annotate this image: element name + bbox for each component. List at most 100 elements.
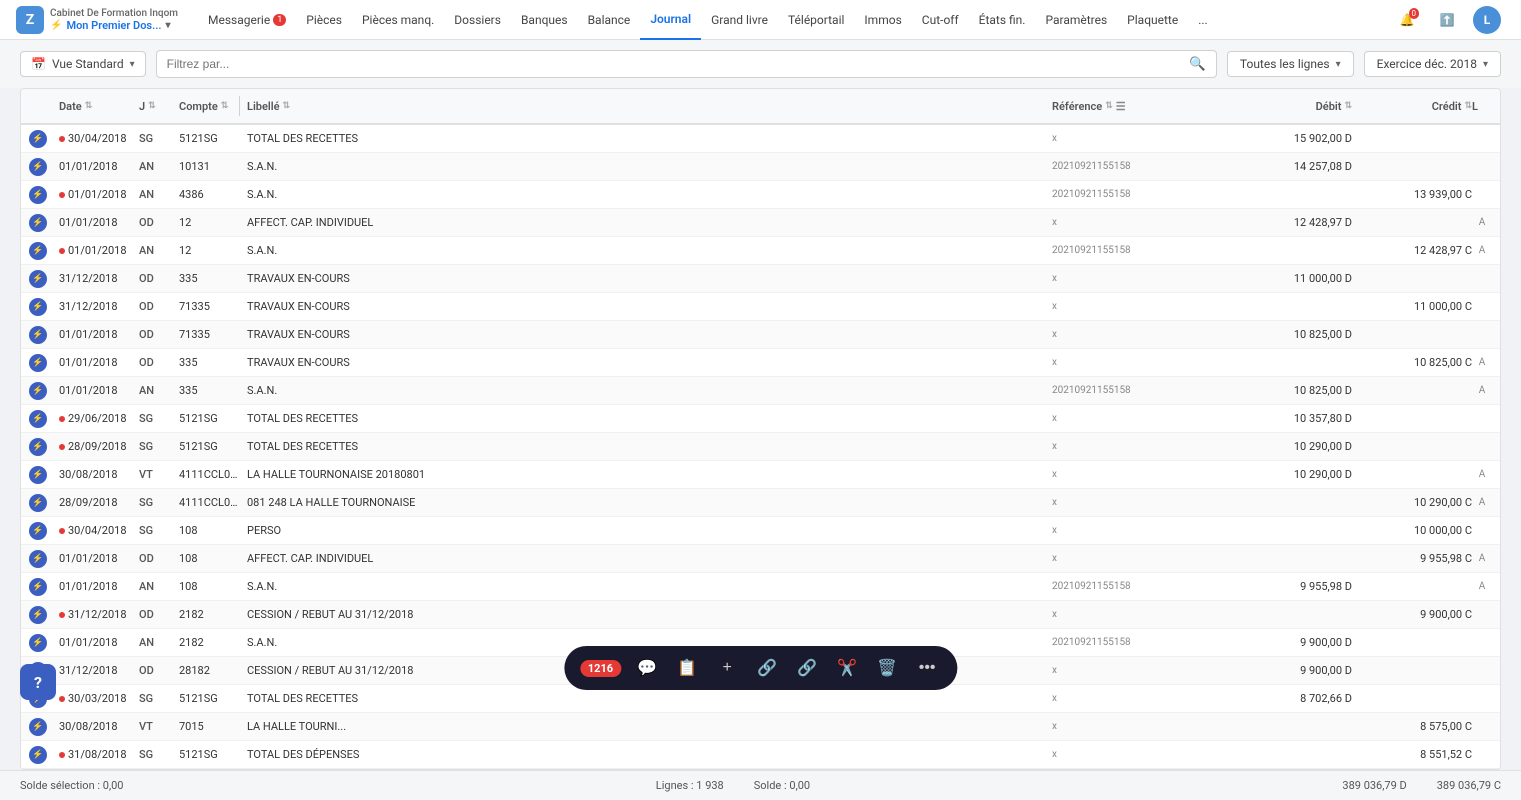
row-journal: OD xyxy=(139,608,179,621)
row-date: 30/08/2018 xyxy=(59,720,139,733)
nav-dossiers[interactable]: Dossiers xyxy=(444,0,511,40)
avatar[interactable]: L xyxy=(1473,6,1501,34)
table-row[interactable]: ⚡ 01/01/2018 AN 4386 S.A.N. 202109211551… xyxy=(21,181,1500,209)
table-row[interactable]: ⚡ 31/12/2018 OD 335 TRAVAUX EN-COURS x 1… xyxy=(21,265,1500,293)
float-more-button[interactable]: ••• xyxy=(913,654,941,682)
table-row[interactable]: ⚡ 29/06/2018 SG 5121SG TOTAL DES RECETTE… xyxy=(21,405,1500,433)
row-libelle: TRAVAUX EN-COURS xyxy=(247,328,1052,341)
table-row[interactable]: ⚡ 01/01/2018 OD 335 TRAVAUX EN-COURS x 1… xyxy=(21,349,1500,377)
nav-more[interactable]: ... xyxy=(1188,0,1218,40)
float-link-button[interactable]: 🔗 xyxy=(753,654,781,682)
row-reference: x xyxy=(1052,413,1202,424)
nav-cut-off[interactable]: Cut-off xyxy=(912,0,969,40)
row-reference: 20210921155158 xyxy=(1052,637,1202,648)
col-journal-header[interactable]: J ⇅ xyxy=(139,100,179,113)
row-reference: 20210921155158 xyxy=(1052,245,1202,256)
dossier-name[interactable]: ⚡ Mon Premier Dos... ▾ xyxy=(50,19,178,32)
nav-parametres[interactable]: Paramètres xyxy=(1035,0,1117,40)
table-row[interactable]: ⚡ 28/09/2018 SG 4111CCL00...065 081 248 … xyxy=(21,489,1500,517)
nav-plaquette[interactable]: Plaquette xyxy=(1117,0,1188,40)
float-clipboard-button[interactable]: 📋 xyxy=(673,654,701,682)
row-date: 31/12/2018 xyxy=(59,272,139,285)
row-libelle: LA HALLE TOURNONAISE 20180801 xyxy=(247,468,1052,481)
float-scissors-button[interactable]: ✂️ xyxy=(833,654,861,682)
row-journal: AN xyxy=(139,188,179,201)
table-row[interactable]: ⚡ 30/08/2018 VT 4111CCL00...065 LA HALLE… xyxy=(21,461,1500,489)
row-date: 01/01/2018 xyxy=(59,244,139,258)
table-row[interactable]: ⚡ 01/01/2018 AN 108 S.A.N. 2021092115515… xyxy=(21,573,1500,601)
row-date: 01/01/2018 xyxy=(59,636,139,649)
row-date: 01/01/2018 xyxy=(59,356,139,369)
col-letter-header: L xyxy=(1472,100,1492,113)
nav-banques[interactable]: Banques xyxy=(511,0,578,40)
table-row[interactable]: ⚡ 01/01/2018 AN 12 S.A.N. 20210921155158… xyxy=(21,237,1500,265)
table-row[interactable]: ⚡ 28/09/2018 SG 5121SG TOTAL DES RECETTE… xyxy=(21,433,1500,461)
nav-pieces[interactable]: Pièces xyxy=(296,0,352,40)
row-reference: x xyxy=(1052,553,1202,564)
row-debit: 8 702,66 D xyxy=(1232,692,1352,705)
nav-balance[interactable]: Balance xyxy=(578,0,641,40)
row-compte: 335 xyxy=(179,356,239,369)
view-select[interactable]: 📅 Vue Standard ▾ xyxy=(20,51,146,77)
nav-journal[interactable]: Journal xyxy=(640,0,701,40)
float-delete-button[interactable]: 🗑️ xyxy=(873,654,901,682)
row-libelle: 081 248 LA HALLE TOURNONAISE xyxy=(247,496,1052,509)
col-credit-header[interactable]: Crédit ⇅ xyxy=(1352,100,1472,113)
row-reference: 20210921155158 xyxy=(1052,189,1202,200)
row-credit: 10 000,00 C xyxy=(1352,524,1472,537)
float-comment-button[interactable]: 💬 xyxy=(633,654,661,682)
row-journal: OD xyxy=(139,216,179,229)
row-libelle: TRAVAUX EN-COURS xyxy=(247,300,1052,313)
row-credit: 8 551,52 C xyxy=(1352,748,1472,761)
row-status-icon: ⚡ xyxy=(29,186,47,204)
table-row[interactable]: ⚡ 31/12/2018 OD 2182 CESSION / REBUT AU … xyxy=(21,601,1500,629)
row-status-icon: ⚡ xyxy=(29,494,47,512)
nav-immos[interactable]: Immos xyxy=(854,0,911,40)
row-status-icon: ⚡ xyxy=(29,242,47,260)
row-compte: 71335 xyxy=(179,300,239,313)
col-date-header[interactable]: Date ⇅ xyxy=(59,100,139,113)
row-date: 28/09/2018 xyxy=(59,496,139,509)
nav-teleportail[interactable]: Téléportail xyxy=(778,0,854,40)
col-compte-header[interactable]: Compte ⇅ xyxy=(179,100,239,113)
table-row[interactable]: ⚡ 31/12/2018 OD 71335 TRAVAUX EN-COURS x… xyxy=(21,293,1500,321)
debit-sort-icon: ⇅ xyxy=(1344,101,1352,111)
app-logo[interactable]: Z xyxy=(16,6,44,34)
col-reference-header[interactable]: Référence ⇅ ☰ xyxy=(1052,100,1202,113)
float-link2-button[interactable]: 🔗 xyxy=(793,654,821,682)
row-icon-cell: ⚡ xyxy=(29,298,59,316)
row-debit: 10 825,00 D xyxy=(1232,328,1352,341)
table-row[interactable]: ⚡ 01/01/2018 AN 335 S.A.N. 2021092115515… xyxy=(21,377,1500,405)
debit-total: 389 036,79 D xyxy=(1342,779,1406,792)
table-row[interactable]: ⚡ 01/01/2018 OD 108 AFFECT. CAP. INDIVID… xyxy=(21,545,1500,573)
row-journal: OD xyxy=(139,272,179,285)
search-input[interactable] xyxy=(167,57,1184,71)
table-row[interactable]: ⚡ 01/01/2018 AN 10131 S.A.N. 20210921155… xyxy=(21,153,1500,181)
row-status-icon: ⚡ xyxy=(29,438,47,456)
search-button[interactable]: 🔍 xyxy=(1189,56,1206,72)
table-row[interactable]: ⚡ 30/08/2018 VT 7015 LA HALLE TOURNI... … xyxy=(21,713,1500,741)
row-letter: A xyxy=(1472,469,1492,480)
row-icon-cell: ⚡ xyxy=(29,718,59,736)
nav-right: 🔔 0 ⬆️ L xyxy=(1393,6,1513,34)
table-row[interactable]: ⚡ 30/04/2018 SG 108 PERSO x 10 000,00 C xyxy=(21,517,1500,545)
nav-messagerie[interactable]: Messagerie 1 xyxy=(198,0,296,40)
row-reference: x xyxy=(1052,301,1202,312)
row-compte: 4111CCL00...065 xyxy=(179,496,239,509)
help-button[interactable]: ? xyxy=(20,664,56,700)
nav-etats-fin[interactable]: États fin. xyxy=(969,0,1036,40)
table-row[interactable]: ⚡ 01/01/2018 OD 71335 TRAVAUX EN-COURS x… xyxy=(21,321,1500,349)
notifications-button[interactable]: 🔔 0 xyxy=(1393,6,1421,34)
col-libelle-header[interactable]: Libellé ⇅ xyxy=(247,100,1052,113)
float-add-button[interactable]: + xyxy=(713,654,741,682)
filter-select[interactable]: Toutes les lignes ▾ xyxy=(1227,51,1354,77)
upload-button[interactable]: ⬆️ xyxy=(1433,6,1461,34)
exercice-select[interactable]: Exercice déc. 2018 ▾ xyxy=(1364,51,1501,77)
nav-pieces-manq[interactable]: Pièces manq. xyxy=(352,0,444,40)
table-row[interactable]: ⚡ 01/01/2018 OD 12 AFFECT. CAP. INDIVIDU… xyxy=(21,209,1500,237)
table-row[interactable]: ⚡ 30/04/2018 SG 5121SG TOTAL DES RECETTE… xyxy=(21,125,1500,153)
col-debit-header[interactable]: Débit ⇅ xyxy=(1232,100,1352,113)
row-date: 01/01/2018 xyxy=(59,328,139,341)
nav-grand-livre[interactable]: Grand livre xyxy=(701,0,778,40)
table-row[interactable]: ⚡ 31/08/2018 SG 5121SG TOTAL DES DÉPENSE… xyxy=(21,741,1500,769)
